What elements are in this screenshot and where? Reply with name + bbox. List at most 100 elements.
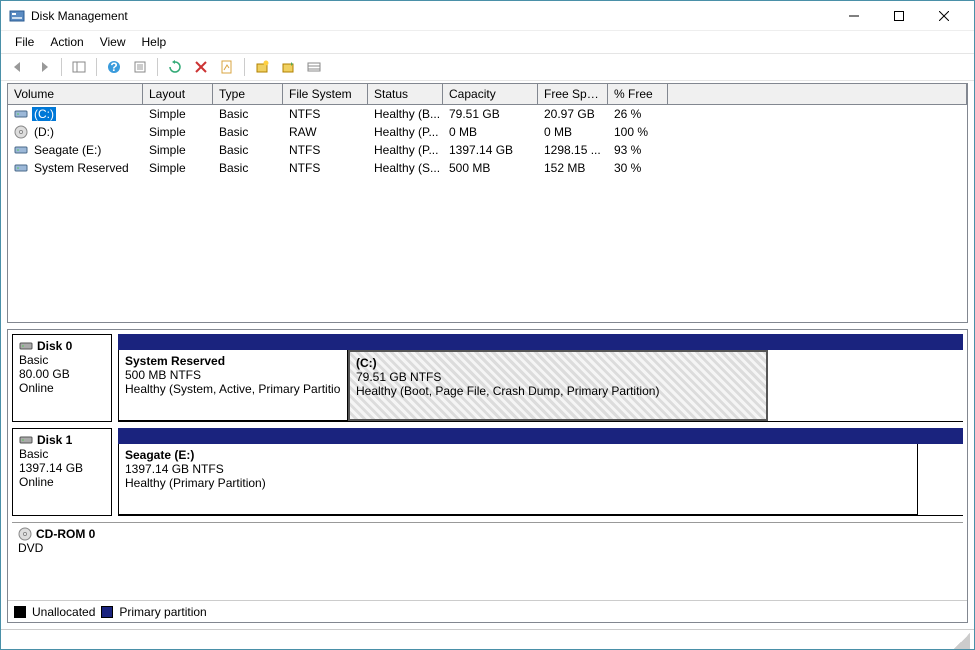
col-status[interactable]: Status [368,84,443,104]
resize-grip[interactable] [954,633,970,649]
col-volume[interactable]: Volume [8,84,143,104]
volume-cell-layout: Simple [143,143,213,157]
col-layout[interactable]: Layout [143,84,213,104]
disk-name: Disk 1 [37,433,72,447]
drive-icon [14,143,28,157]
legend-label-primary: Primary partition [119,605,206,619]
disk-info[interactable]: CD-ROM 0DVD [12,522,963,600]
partition-body: Seagate (E:)1397.14 GB NTFSHealthy (Prim… [118,444,963,516]
toolbar: ? [1,53,974,81]
disk-row: Disk 1Basic1397.14 GBOnlineSeagate (E:)1… [12,428,963,516]
volume-cell-capacity: 79.51 GB [443,107,538,121]
volume-cell-status: Healthy (P... [368,125,443,139]
disk-type: Basic [19,353,105,367]
disk-row: Disk 0Basic80.00 GBOnlineSystem Reserved… [12,334,963,422]
volume-cell-capacity: 0 MB [443,125,538,139]
disk-partitions: Seagate (E:)1397.14 GB NTFSHealthy (Prim… [118,428,963,516]
separator [61,58,62,76]
col-type[interactable]: Type [213,84,283,104]
drive-icon [14,125,28,139]
hdd-icon [19,339,33,353]
volume-cell-free: 1298.15 ... [538,143,608,157]
close-button[interactable] [921,1,966,30]
volume-label: (C:) [32,107,56,121]
volume-cell-type: Basic [213,107,283,121]
disk-size: 1397.14 GB [19,461,105,475]
maximize-button[interactable] [876,1,921,30]
legend-swatch-unallocated [14,606,26,618]
volume-row[interactable]: System ReservedSimpleBasicNTFSHealthy (S… [8,159,967,177]
partition-name: Seagate (E:) [125,448,911,462]
col-pctfree[interactable]: % Free [608,84,668,104]
partition-status: Healthy (Primary Partition) [125,476,911,490]
menu-help[interactable]: Help [134,33,175,51]
volume-cell-type: Basic [213,125,283,139]
wizard-button[interactable] [277,56,299,78]
disk-info[interactable]: Disk 0Basic80.00 GBOnline [12,334,112,422]
minimize-button[interactable] [831,1,876,30]
menu-action[interactable]: Action [42,33,91,51]
partition[interactable]: System Reserved500 MB NTFSHealthy (Syste… [118,350,348,421]
volume-cell-capacity: 1397.14 GB [443,143,538,157]
refresh-button[interactable] [164,56,186,78]
volume-cell-free: 0 MB [538,125,608,139]
partition-status: Healthy (Boot, Page File, Crash Dump, Pr… [356,384,760,398]
title-bar: Disk Management [1,1,974,31]
col-freespace[interactable]: Free Spa... [538,84,608,104]
volume-cell-status: Healthy (S... [368,161,443,175]
volume-cell-type: Basic [213,143,283,157]
partition[interactable]: (C:)79.51 GB NTFSHealthy (Boot, Page Fil… [348,350,768,421]
disk-type: Basic [19,447,105,461]
partition-size: 500 MB NTFS [125,368,341,382]
disk-status: Online [19,475,105,489]
col-blank[interactable] [668,84,967,104]
partition[interactable]: Seagate (E:)1397.14 GB NTFSHealthy (Prim… [118,444,918,515]
disk-name: Disk 0 [37,339,72,353]
disk-layout-scroll[interactable]: Disk 0Basic80.00 GBOnlineSystem Reserved… [8,330,967,600]
help-button[interactable]: ? [103,56,125,78]
separator [96,58,97,76]
col-capacity[interactable]: Capacity [443,84,538,104]
volume-row[interactable]: Seagate (E:)SimpleBasicNTFSHealthy (P...… [8,141,967,159]
svg-text:?: ? [110,60,117,74]
properties-button[interactable] [216,56,238,78]
disk-info[interactable]: Disk 1Basic1397.14 GBOnline [12,428,112,516]
volume-list-body[interactable]: (C:)SimpleBasicNTFSHealthy (B...79.51 GB… [8,105,967,322]
menu-file[interactable]: File [7,33,42,51]
disk-partitions: System Reserved500 MB NTFSHealthy (Syste… [118,334,963,422]
volume-cell-capacity: 500 MB [443,161,538,175]
window-title: Disk Management [31,9,831,23]
menu-view[interactable]: View [92,33,134,51]
dvd-icon [18,527,32,541]
settings-button[interactable] [129,56,151,78]
separator [244,58,245,76]
volume-cell-pct: 30 % [608,161,668,175]
window-controls [831,1,966,30]
volume-cell-name: System Reserved [8,161,143,175]
graphical-view: Disk 0Basic80.00 GBOnlineSystem Reserved… [7,329,968,623]
new-button[interactable] [251,56,273,78]
disk-row: CD-ROM 0DVD [12,522,963,600]
list-button[interactable] [303,56,325,78]
volume-row[interactable]: (D:)SimpleBasicRAWHealthy (P...0 MB0 MB1… [8,123,967,141]
volume-row[interactable]: (C:)SimpleBasicNTFSHealthy (B...79.51 GB… [8,105,967,123]
forward-button[interactable] [33,56,55,78]
separator [157,58,158,76]
show-hide-console-tree-button[interactable] [68,56,90,78]
back-button[interactable] [7,56,29,78]
partition-status: Healthy (System, Active, Primary Partiti… [125,382,341,396]
volume-cell-fs: NTFS [283,161,368,175]
legend: Unallocated Primary partition [8,600,967,622]
hdd-icon [19,433,33,447]
delete-button[interactable] [190,56,212,78]
status-bar [1,629,974,649]
volume-cell-name: (D:) [8,125,143,139]
volume-cell-name: Seagate (E:) [8,143,143,157]
volume-label: System Reserved [32,161,131,175]
volume-label: (D:) [32,125,56,139]
legend-label-unallocated: Unallocated [32,605,95,619]
col-filesystem[interactable]: File System [283,84,368,104]
disk-name: CD-ROM 0 [36,527,95,541]
partition-bar [118,428,963,444]
volume-cell-fs: NTFS [283,143,368,157]
